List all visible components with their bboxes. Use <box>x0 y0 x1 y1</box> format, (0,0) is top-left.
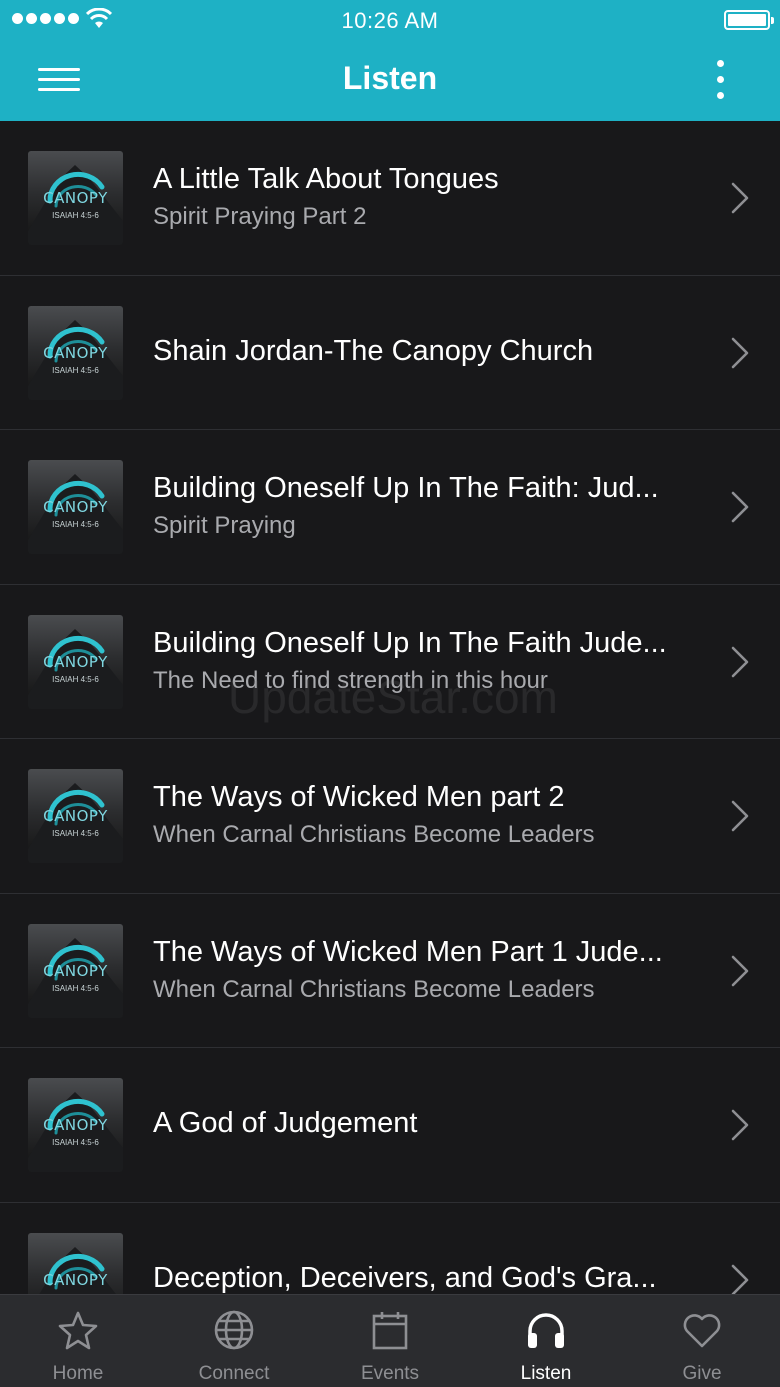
artwork-brand: CANOPY <box>43 652 108 671</box>
artwork-brand: CANOPY <box>43 1116 108 1134</box>
tab-home[interactable]: Home <box>0 1295 156 1387</box>
chevron-right-icon <box>731 646 749 677</box>
sermon-artwork: CANOPY ISAIAH 4:5-6 <box>28 923 123 1018</box>
artwork-brand: CANOPY <box>43 343 108 362</box>
tab-listen[interactable]: Listen <box>468 1295 624 1387</box>
list-item-subtitle: Spirit Praying Part 2 <box>153 203 367 230</box>
tab-label: Listen <box>520 1363 572 1384</box>
artwork-verse: ISAIAH 4:5-6 <box>52 829 99 838</box>
list-item-title: A Little Talk About Tongues <box>153 163 499 195</box>
artwork-verse: ISAIAH 4:5-6 <box>52 1138 99 1147</box>
chevron-right-icon <box>731 1264 749 1294</box>
tab-connect[interactable]: Connect <box>156 1295 312 1387</box>
list-item[interactable]: CANOPY ISAIAH 4:5-6 A Little Talk About To… <box>0 121 780 276</box>
list-item[interactable]: CANOPY ISAIAH 4:5-6 Shain Jordan-The Canop… <box>0 276 780 430</box>
artwork-brand: CANOPY <box>43 961 108 980</box>
page-title: Listen <box>342 60 438 96</box>
chevron-right-icon <box>731 182 749 214</box>
sermon-artwork: CANOPY ISAIAH 4:5-6 <box>28 614 123 709</box>
list-item[interactable]: CANOPY ISAIAH 4:5-6 Building Oneself Up In… <box>0 430 780 585</box>
status-bar: 10:26 AM <box>0 0 780 40</box>
headphones-icon <box>528 1313 564 1348</box>
tab-bar: Home Connect Events Listen Give <box>0 1294 780 1387</box>
list-item-title: Shain Jordan-The Canopy Church <box>153 334 594 367</box>
tab-label: Home <box>52 1363 104 1384</box>
globe-icon <box>214 1310 254 1350</box>
artwork-verse: ISAIAH 4:5-6 <box>52 983 99 993</box>
calendar-icon <box>372 1312 408 1350</box>
battery-icon <box>724 10 774 30</box>
more-options-button[interactable] <box>700 56 740 104</box>
list-item[interactable]: CANOPY ISAIAH 4:5-6 The Ways of Wicked Men… <box>0 739 780 894</box>
chevron-right-icon <box>731 491 749 523</box>
list-item-title: Building Oneself Up In The Faith Jude... <box>153 626 667 659</box>
tab-label: Events <box>360 1363 420 1384</box>
list-item[interactable]: CANOPY ISAIAH 4:5-6 A God of Judgement <box>0 1048 780 1203</box>
sermon-list: CANOPY ISAIAH 4:5-6 A Little Talk About To… <box>0 121 780 1294</box>
artwork-verse: ISAIAH 4:5-6 <box>52 211 99 220</box>
sermon-artwork: CANOPY ISAIAH 4:5-6 <box>28 769 123 863</box>
sermon-artwork: CANOPY ISAIAH 4:5-6 <box>28 460 123 554</box>
artwork-brand: CANOPY <box>43 189 108 207</box>
list-item-subtitle: The Need to find strength in this hour <box>153 666 548 694</box>
list-item[interactable]: CANOPY ISAIAH 4:5-6 Building Oneself Up In… <box>0 585 780 739</box>
sermon-artwork: CANOPY ISAIAH 4:5-6 <box>28 305 123 400</box>
artwork-verse: ISAIAH 4:5-6 <box>52 674 99 684</box>
sermon-artwork: CANOPY ISAIAH 4:5-6 <box>28 1078 123 1172</box>
sermon-artwork: CANOPYISAIAH 4:5-6 <box>28 1232 123 1294</box>
list-item-title: A God of Judgement <box>153 1107 418 1139</box>
tab-give[interactable]: Give <box>624 1295 780 1387</box>
status-time: 10:26 AM <box>341 8 439 33</box>
chevron-right-icon <box>731 337 749 368</box>
tab-events[interactable]: Events <box>312 1295 468 1387</box>
star-icon <box>58 1311 98 1350</box>
chevron-right-icon <box>731 1109 749 1141</box>
list-item-subtitle: Spirit Praying <box>153 512 296 539</box>
list-item-title: The Ways of Wicked Men part 2 <box>153 781 565 813</box>
list-item[interactable]: CANOPY ISAIAH 4:5-6 The Ways of Wicked Men… <box>0 894 780 1048</box>
chevron-right-icon <box>731 800 749 832</box>
navigation-bar: Listen <box>0 40 780 121</box>
artwork-brand: CANOPY <box>43 807 108 825</box>
artwork-verse: ISAIAH 4:5-6 <box>52 365 99 375</box>
heart-icon <box>683 1314 721 1348</box>
artwork-brand: CANOPY <box>43 498 108 516</box>
list-item-title: The Ways of Wicked Men Part 1 Jude... <box>153 935 663 968</box>
sermon-artwork: CANOPY ISAIAH 4:5-6 <box>28 151 123 245</box>
tab-label: Give <box>682 1363 722 1384</box>
list-item-subtitle: When Carnal Christians Become Leaders <box>153 975 595 1003</box>
list-item-title: Deception, Deceivers, and God's Gra... <box>153 1261 657 1294</box>
artwork-brand: CANOPY <box>43 1270 108 1289</box>
chevron-right-icon <box>731 955 749 986</box>
artwork-verse: ISAIAH 4:5-6 <box>52 520 99 529</box>
list-item[interactable]: CANOPYISAIAH 4:5-6 Deception, Deceivers, … <box>0 1203 780 1294</box>
list-item-subtitle: When Carnal Christians Become Leaders <box>153 821 595 848</box>
tab-label: Connect <box>198 1363 270 1384</box>
list-item-title: Building Oneself Up In The Faith: Jud... <box>153 472 659 504</box>
